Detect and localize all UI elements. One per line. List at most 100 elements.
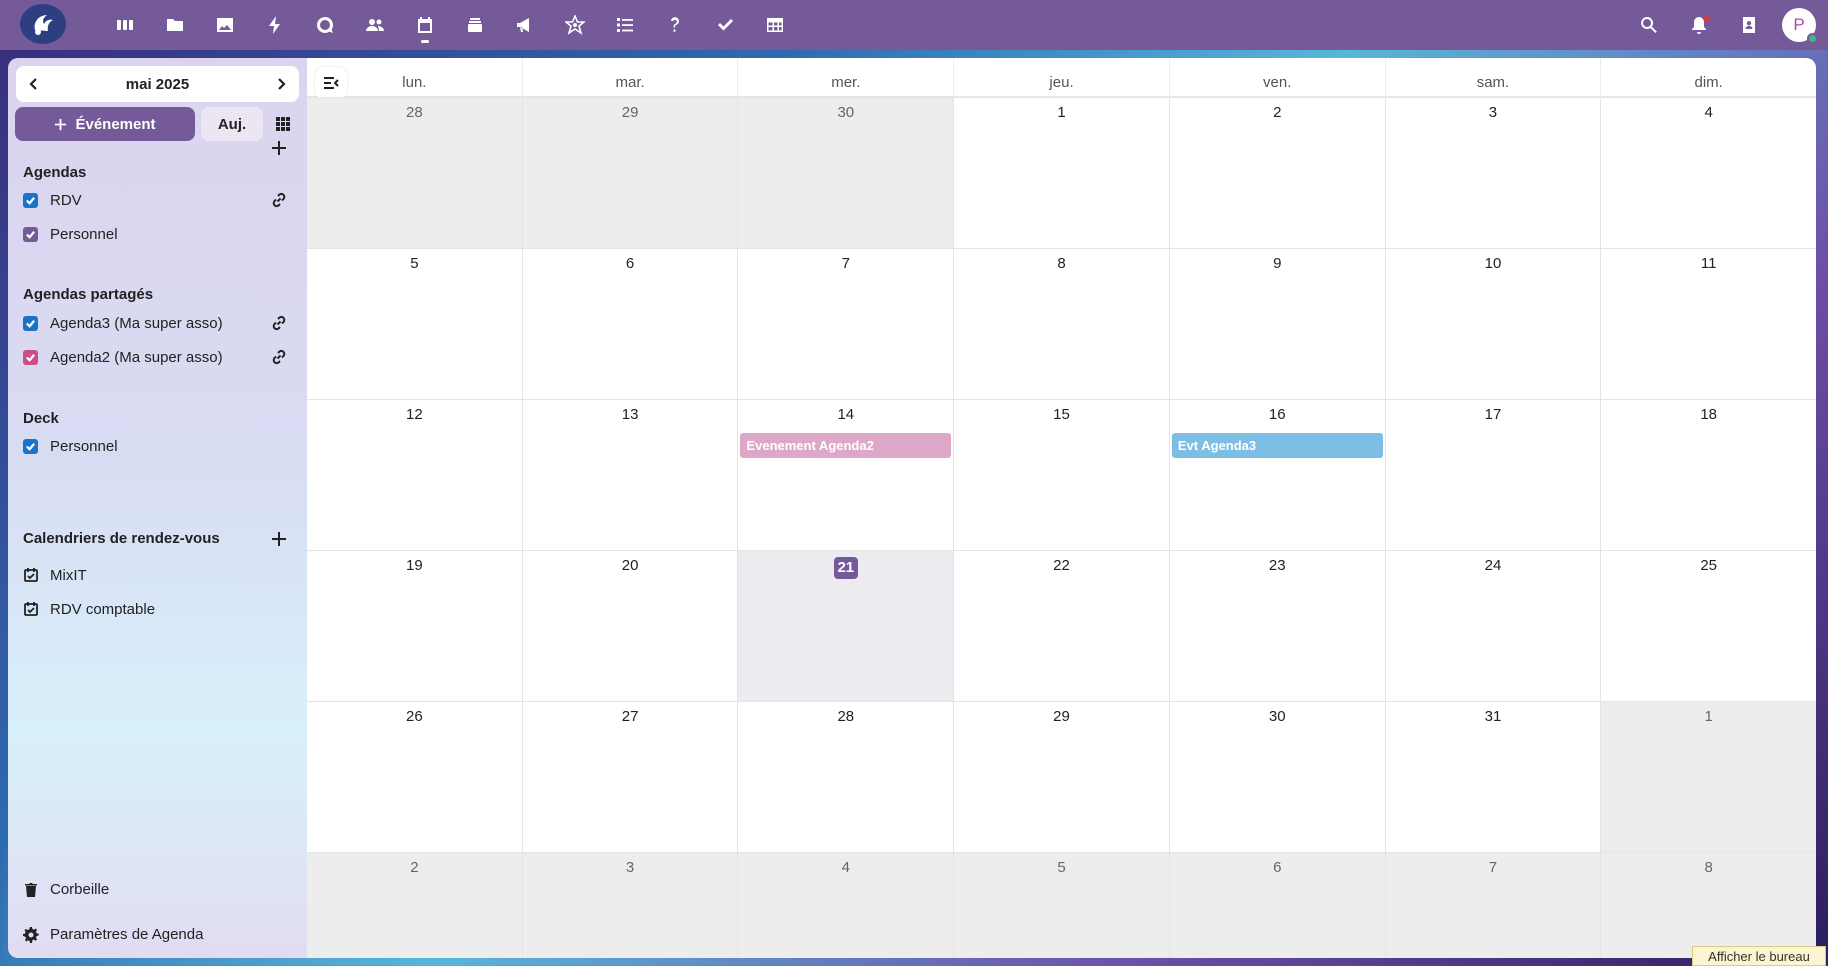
dashboard-icon[interactable]: [100, 0, 150, 50]
calendar-item[interactable]: MixIT: [23, 563, 293, 587]
day-cell[interactable]: 25: [1600, 551, 1816, 701]
day-number[interactable]: 9: [1273, 255, 1281, 272]
day-number[interactable]: 1: [1705, 708, 1713, 725]
files-icon[interactable]: [150, 0, 200, 50]
day-cell[interactable]: 2: [1168, 98, 1385, 248]
day-cell[interactable]: 23: [1168, 551, 1385, 701]
day-cell[interactable]: 18: [1600, 400, 1816, 550]
toggle-sidebar-button[interactable]: [315, 67, 347, 99]
calendar-item[interactable]: RDV comptable: [23, 597, 293, 621]
day-cell[interactable]: 16 Evt Agenda3: [1168, 400, 1385, 550]
activity-icon[interactable]: [250, 0, 300, 50]
day-cell[interactable]: 21: [737, 551, 954, 701]
day-number[interactable]: 30: [837, 104, 854, 121]
day-cell[interactable]: 1: [953, 98, 1169, 248]
view-switch-button[interactable]: [266, 107, 300, 141]
announcements-icon[interactable]: [500, 0, 550, 50]
day-number[interactable]: 12: [406, 406, 423, 423]
day-number[interactable]: 28: [406, 104, 423, 121]
calendar-checkbox[interactable]: [23, 192, 38, 208]
day-number[interactable]: 1: [1057, 104, 1065, 121]
day-number[interactable]: 10: [1485, 255, 1502, 272]
day-number[interactable]: 6: [1273, 859, 1281, 876]
calendar-checkbox[interactable]: [23, 226, 38, 242]
contacts-icon[interactable]: [350, 0, 400, 50]
day-cell[interactable]: 19: [307, 551, 522, 701]
day-number[interactable]: 7: [1489, 859, 1497, 876]
day-cell[interactable]: 13: [521, 400, 738, 550]
contacts-menu-icon[interactable]: [1724, 0, 1774, 50]
day-number[interactable]: 19: [406, 557, 423, 574]
day-cell[interactable]: 11: [1600, 249, 1816, 399]
checkmark-icon[interactable]: [700, 0, 750, 50]
day-cell[interactable]: 30: [737, 98, 954, 248]
help-icon[interactable]: [650, 0, 700, 50]
day-cell[interactable]: 8: [1600, 853, 1816, 958]
today-badge[interactable]: 21: [833, 557, 858, 579]
calendar-checkbox[interactable]: [23, 315, 38, 331]
day-number[interactable]: 18: [1700, 406, 1717, 423]
day-cell[interactable]: 4: [1600, 98, 1816, 248]
day-cell[interactable]: 8: [953, 249, 1169, 399]
day-cell[interactable]: 27: [521, 702, 738, 852]
day-number[interactable]: 26: [406, 708, 423, 725]
day-number[interactable]: 25: [1700, 557, 1717, 574]
day-number[interactable]: 8: [1057, 255, 1065, 272]
day-cell[interactable]: 5: [953, 853, 1169, 958]
day-number[interactable]: 30: [1269, 708, 1286, 725]
day-cell[interactable]: 28: [737, 702, 953, 852]
calendar-item[interactable]: Agenda3 (Ma super asso): [23, 311, 293, 335]
day-number[interactable]: 16: [1269, 406, 1286, 423]
logo-icon[interactable]: [20, 4, 66, 44]
day-cell[interactable]: 10: [1384, 249, 1601, 399]
calendar-item[interactable]: Agenda2 (Ma super asso): [23, 345, 293, 369]
day-number[interactable]: 28: [837, 708, 854, 725]
day-cell[interactable]: 3: [1384, 98, 1601, 248]
circles-icon[interactable]: [550, 0, 600, 50]
day-number[interactable]: 3: [1489, 104, 1497, 121]
day-cell[interactable]: 24: [1384, 551, 1601, 701]
day-cell[interactable]: 6: [521, 249, 738, 399]
day-number[interactable]: 29: [1053, 708, 1070, 725]
day-cell[interactable]: 29: [521, 98, 738, 248]
day-cell[interactable]: 26: [307, 702, 522, 852]
day-number[interactable]: 6: [626, 255, 634, 272]
day-number[interactable]: 2: [410, 859, 418, 876]
day-number[interactable]: 5: [1057, 859, 1065, 876]
calendar-item[interactable]: Personnel: [23, 222, 293, 246]
day-cell[interactable]: 29: [953, 702, 1169, 852]
day-number[interactable]: 5: [410, 255, 418, 272]
show-desktop-button[interactable]: Afficher le bureau: [1692, 946, 1826, 966]
calendar-checkbox[interactable]: [23, 349, 38, 365]
share-link-icon[interactable]: [270, 348, 288, 366]
day-cell[interactable]: 9: [1168, 249, 1385, 399]
add-appointment-calendar-button[interactable]: [271, 531, 287, 547]
today-button[interactable]: Auj.: [201, 107, 263, 141]
day-cell[interactable]: 31: [1384, 702, 1601, 852]
calendar-icon[interactable]: [400, 0, 450, 50]
day-cell[interactable]: 2: [307, 853, 522, 958]
day-cell[interactable]: 1: [1600, 702, 1816, 852]
day-cell[interactable]: 6: [1168, 853, 1385, 958]
current-month[interactable]: mai 2025: [126, 76, 189, 93]
calendar-item[interactable]: RDV: [23, 188, 293, 212]
tasks-icon[interactable]: [600, 0, 650, 50]
share-link-icon[interactable]: [270, 314, 288, 332]
day-number[interactable]: 4: [842, 859, 850, 876]
notifications-bell-icon[interactable]: [1674, 0, 1724, 50]
day-cell[interactable]: 3: [521, 853, 738, 958]
day-number[interactable]: 14: [837, 406, 854, 423]
trash-item[interactable]: Corbeille: [23, 881, 109, 898]
day-number[interactable]: 13: [622, 406, 639, 423]
calendar-event[interactable]: Evenement Agenda2: [740, 433, 952, 458]
day-cell[interactable]: 7: [1384, 853, 1601, 958]
calendar-settings-item[interactable]: Paramètres de Agenda: [23, 926, 203, 943]
day-number[interactable]: 15: [1053, 406, 1070, 423]
day-cell[interactable]: 17: [1384, 400, 1601, 550]
day-number[interactable]: 7: [842, 255, 850, 272]
day-number[interactable]: 11: [1701, 255, 1717, 272]
next-month-button[interactable]: [263, 66, 299, 102]
day-number[interactable]: 29: [622, 104, 639, 121]
tables-icon[interactable]: [750, 0, 800, 50]
day-cell[interactable]: 28: [307, 98, 522, 248]
